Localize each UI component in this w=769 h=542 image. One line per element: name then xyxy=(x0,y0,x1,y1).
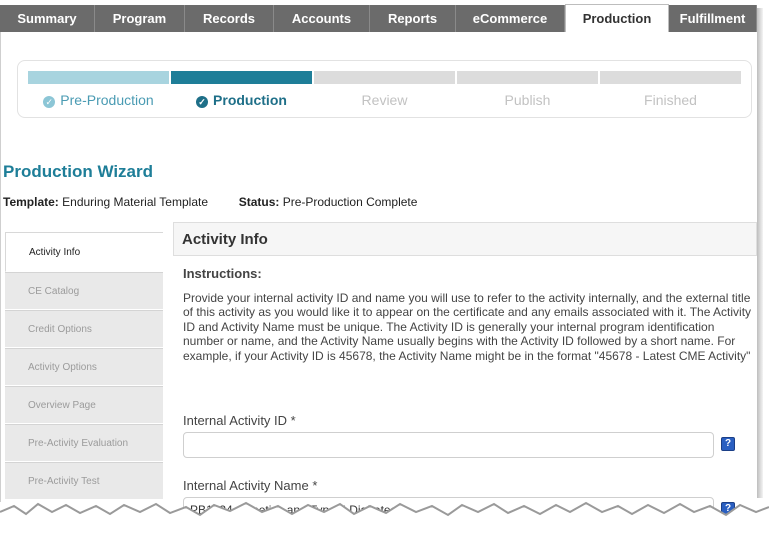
sidenav-item-ce-catalog[interactable]: CE Catalog xyxy=(5,272,163,310)
internal-activity-id-input[interactable] xyxy=(183,432,714,458)
step-bar xyxy=(28,71,169,84)
tab-production[interactable]: Production xyxy=(565,4,669,32)
step-publish: Publish xyxy=(457,71,598,108)
template-status-line: Template: Enduring Material Template Sta… xyxy=(3,195,417,209)
step-bar xyxy=(171,71,312,84)
step-bar xyxy=(314,71,455,84)
sidenav-item-credit-options[interactable]: Credit Options xyxy=(5,310,163,348)
tab-accounts[interactable]: Accounts xyxy=(274,5,370,32)
status-label: Status: xyxy=(238,195,280,209)
tab-summary[interactable]: Summary xyxy=(0,5,95,32)
instructions-title: Instructions: xyxy=(183,266,262,281)
status-value: Pre-Production Complete xyxy=(282,195,418,209)
tab-reports[interactable]: Reports xyxy=(370,5,456,32)
step-label: Review xyxy=(361,92,408,108)
step-production: ✓ Production xyxy=(171,71,312,108)
step-bar xyxy=(457,71,598,84)
check-icon: ✓ xyxy=(43,96,56,108)
template-label: Template: xyxy=(3,195,59,209)
sidenav-item-overview-page[interactable]: Overview Page xyxy=(5,386,163,424)
step-pre-production: ✓ Pre-Production xyxy=(28,71,169,108)
tab-ecommerce[interactable]: eCommerce xyxy=(456,5,565,32)
frame-shadow xyxy=(757,8,763,498)
page-title: Production Wizard xyxy=(3,162,154,181)
sidenav-item-activity-info[interactable]: Activity Info xyxy=(5,232,163,272)
sidenav-item-pre-activity-evaluation[interactable]: Pre-Activity Evaluation xyxy=(5,424,163,462)
step-label: Publish xyxy=(504,92,551,108)
step-label: ✓ Pre-Production xyxy=(28,92,169,108)
wizard-sidenav: Activity Info CE Catalog Credit Options … xyxy=(5,232,163,500)
sidenav-item-activity-options[interactable]: Activity Options xyxy=(5,348,163,386)
template-value: Enduring Material Template xyxy=(62,195,208,209)
internal-activity-id-label: Internal Activity ID * xyxy=(183,413,296,428)
panel-title: Activity Info xyxy=(173,222,757,256)
step-label: ✓ Production xyxy=(171,92,312,108)
top-nav: Summary Program Records Accounts Reports… xyxy=(0,4,757,32)
tab-records[interactable]: Records xyxy=(185,5,274,32)
step-finished: Finished xyxy=(600,71,741,108)
step-bar xyxy=(600,71,741,84)
torn-edge xyxy=(0,501,769,542)
step-review: Review xyxy=(314,71,455,108)
step-label: Finished xyxy=(644,92,697,108)
tab-program[interactable]: Program xyxy=(95,5,185,32)
tab-fulfillment[interactable]: Fulfillment xyxy=(669,5,757,32)
instructions-text: Provide your internal activity ID and na… xyxy=(183,291,752,363)
frame-left-edge xyxy=(0,32,1,502)
check-icon: ✓ xyxy=(196,96,209,108)
progress-steps: ✓ Pre-Production ✓ Production Review Publi… xyxy=(28,71,741,108)
help-icon[interactable]: ? xyxy=(721,437,735,451)
